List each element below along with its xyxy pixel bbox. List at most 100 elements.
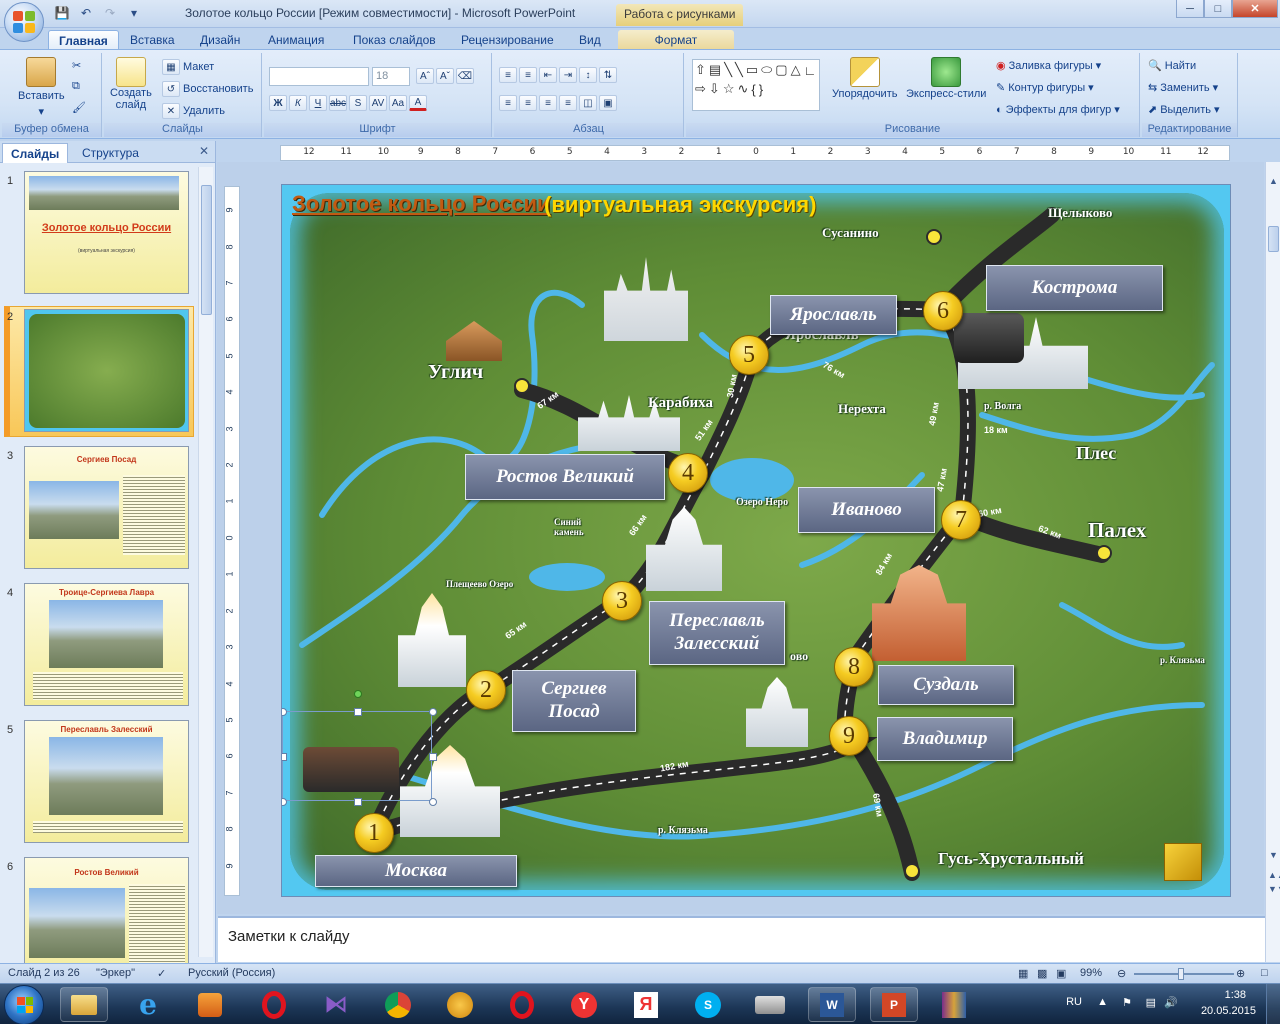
slides-scroll-thumb[interactable]: [201, 185, 212, 315]
rotate-handle[interactable]: [354, 690, 362, 698]
marker-5[interactable]: 5: [729, 335, 769, 375]
slideshow-view-icon[interactable]: ▣: [1056, 967, 1066, 980]
zoom-out-icon[interactable]: ⊖: [1117, 967, 1126, 980]
marker-9[interactable]: 9: [829, 716, 869, 756]
tab-review[interactable]: Рецензирование: [451, 30, 564, 50]
marker-4[interactable]: 4: [668, 453, 708, 493]
tray-language[interactable]: RU: [1066, 996, 1082, 1008]
numbering-icon[interactable]: ≡: [519, 67, 537, 83]
resize-handle[interactable]: [282, 753, 287, 761]
notes-pane[interactable]: Заметки к слайду: [218, 916, 1265, 962]
shape-fill-button[interactable]: ◉ Заливка фигуры ▾: [996, 59, 1101, 73]
find-button[interactable]: 🔍 Найти: [1148, 59, 1196, 73]
font-size-combo[interactable]: 18: [372, 67, 410, 86]
font-color-icon[interactable]: A: [409, 95, 427, 111]
align-center-icon[interactable]: ≡: [519, 95, 537, 111]
next-slide-button[interactable]: [1164, 843, 1202, 881]
arrange-button[interactable]: Упорядочить: [832, 57, 897, 100]
slide-title[interactable]: Золотое кольцо России: [292, 191, 551, 217]
tab-format[interactable]: Формат: [618, 30, 734, 50]
tab-slides-pane[interactable]: Слайды: [2, 143, 69, 163]
sorter-view-icon[interactable]: ▩: [1037, 967, 1047, 980]
justify-icon[interactable]: ≡: [559, 95, 577, 111]
network-icon[interactable]: ▤: [1146, 996, 1156, 1009]
tab-home[interactable]: Главная: [48, 30, 119, 50]
start-button[interactable]: [4, 985, 44, 1024]
slide-thumb-5[interactable]: Переславль Залесский: [24, 720, 189, 843]
show-hidden-icon[interactable]: ▲: [1097, 996, 1108, 1008]
case-icon[interactable]: Aa: [389, 95, 407, 111]
quick-styles-button[interactable]: Экспресс-стили: [906, 57, 986, 100]
tab-view[interactable]: Вид: [569, 30, 611, 50]
italic-icon[interactable]: К: [289, 95, 307, 111]
resize-handle[interactable]: [354, 708, 362, 716]
slide-canvas[interactable]: Золотое кольцо России (виртуальная экску…: [281, 184, 1231, 897]
undo-icon[interactable]: ↶: [76, 4, 96, 22]
line-shape-icon[interactable]: ╲: [724, 62, 732, 78]
select-button[interactable]: ⬈ Выделить ▾: [1148, 103, 1220, 117]
line2-shape-icon[interactable]: ╲: [735, 62, 743, 78]
triangle-shape-icon[interactable]: △: [791, 62, 801, 78]
slide-thumb-2[interactable]: [24, 309, 189, 432]
city-box-rostov[interactable]: Ростов Великий: [465, 454, 665, 500]
slide-thumb-3[interactable]: Сергиев Посад: [24, 446, 189, 569]
reset-button[interactable]: ↺ Восстановить: [162, 81, 253, 97]
angle-shape-icon[interactable]: ∟: [804, 63, 817, 78]
underline-icon[interactable]: Ч: [309, 95, 327, 111]
tab-outline-pane[interactable]: Структура: [74, 143, 147, 163]
rounded-rect-shape-icon[interactable]: ▢: [775, 62, 787, 78]
slides-scrollbar[interactable]: [198, 167, 213, 957]
increase-indent-icon[interactable]: ⇥: [559, 67, 577, 83]
resize-handle[interactable]: [429, 753, 437, 761]
city-box-yaroslavl[interactable]: Ярославль: [770, 295, 897, 335]
copy-icon[interactable]: ⧉: [72, 80, 80, 93]
scroll-down-icon[interactable]: ▼: [1268, 850, 1279, 862]
grow-font-icon[interactable]: Aˆ: [416, 68, 434, 84]
tab-design[interactable]: Дизайн: [190, 30, 250, 50]
city-box-ivanovo[interactable]: Иваново: [798, 487, 935, 533]
flag-icon[interactable]: ⚑: [1122, 996, 1132, 1009]
clock-date[interactable]: 20.05.2015: [1201, 1005, 1256, 1017]
tab-insert[interactable]: Вставка: [120, 30, 185, 50]
slide-thumb-4[interactable]: Троице-Сергиева Лавра: [24, 583, 189, 706]
new-slide-button[interactable]: Создать слайд: [110, 57, 152, 111]
line-spacing-icon[interactable]: ↕: [579, 67, 597, 83]
align-left-icon[interactable]: ≡: [499, 95, 517, 111]
redo-icon[interactable]: ↷: [100, 4, 120, 22]
slide-thumb-1[interactable]: Золотое кольцо России (виртуальная экску…: [24, 171, 189, 294]
scroll-up-icon[interactable]: ▲: [1268, 176, 1279, 188]
rect-shape-icon[interactable]: ▭: [746, 62, 758, 78]
shape-outline-button[interactable]: ✎ Контур фигуры ▾: [996, 81, 1094, 95]
resize-handle[interactable]: [429, 708, 437, 716]
city-box-pereslavl[interactable]: Переславль Залесский: [649, 601, 785, 665]
replace-button[interactable]: ⇆ Заменить ▾: [1148, 81, 1218, 95]
marker-6[interactable]: 6: [923, 291, 963, 331]
slide-subtitle[interactable]: (виртуальная экскурсия): [544, 192, 816, 218]
textbox-shape-icon[interactable]: ▤: [709, 62, 721, 78]
format-painter-icon[interactable]: 🖌: [72, 101, 86, 114]
align-right-icon[interactable]: ≡: [539, 95, 557, 111]
opera-icon[interactable]: [250, 987, 298, 1022]
zoom-slider-thumb[interactable]: [1178, 968, 1184, 980]
yandex-icon[interactable]: Я: [622, 987, 670, 1022]
office-button[interactable]: [4, 2, 44, 42]
city-box-sergiev-posad[interactable]: Сергиев Посад: [512, 670, 636, 732]
decrease-indent-icon[interactable]: ⇤: [539, 67, 557, 83]
tab-animation[interactable]: Анимация: [258, 30, 334, 50]
shapes-gallery[interactable]: ⇧ ▤ ╲ ╲ ▭ ⬭ ▢ △ ∟ ⇨ ⇩ ☆ ∿ { }: [692, 59, 820, 111]
marker-3[interactable]: 3: [602, 581, 642, 621]
aimp-icon[interactable]: [436, 987, 484, 1022]
oval-shape-icon[interactable]: ⬭: [761, 62, 772, 78]
clear-format-icon[interactable]: ⌫: [456, 68, 474, 84]
explorer-icon[interactable]: [60, 987, 108, 1022]
delete-button[interactable]: ✕ Удалить: [162, 103, 225, 119]
skype-icon[interactable]: S: [684, 987, 732, 1022]
opera-icon-2[interactable]: [498, 987, 546, 1022]
slide-scrollbar[interactable]: ▲ ▼ ▲▲ ▼▼: [1265, 162, 1280, 962]
city-box-kostroma[interactable]: Кострома: [986, 265, 1163, 311]
layout-button[interactable]: ▦ Макет: [162, 59, 214, 75]
save-icon[interactable]: 💾: [52, 4, 72, 22]
marker-7[interactable]: 7: [941, 500, 981, 540]
fit-slide-icon[interactable]: □: [1261, 967, 1268, 979]
normal-view-icon[interactable]: ▦: [1018, 967, 1028, 980]
